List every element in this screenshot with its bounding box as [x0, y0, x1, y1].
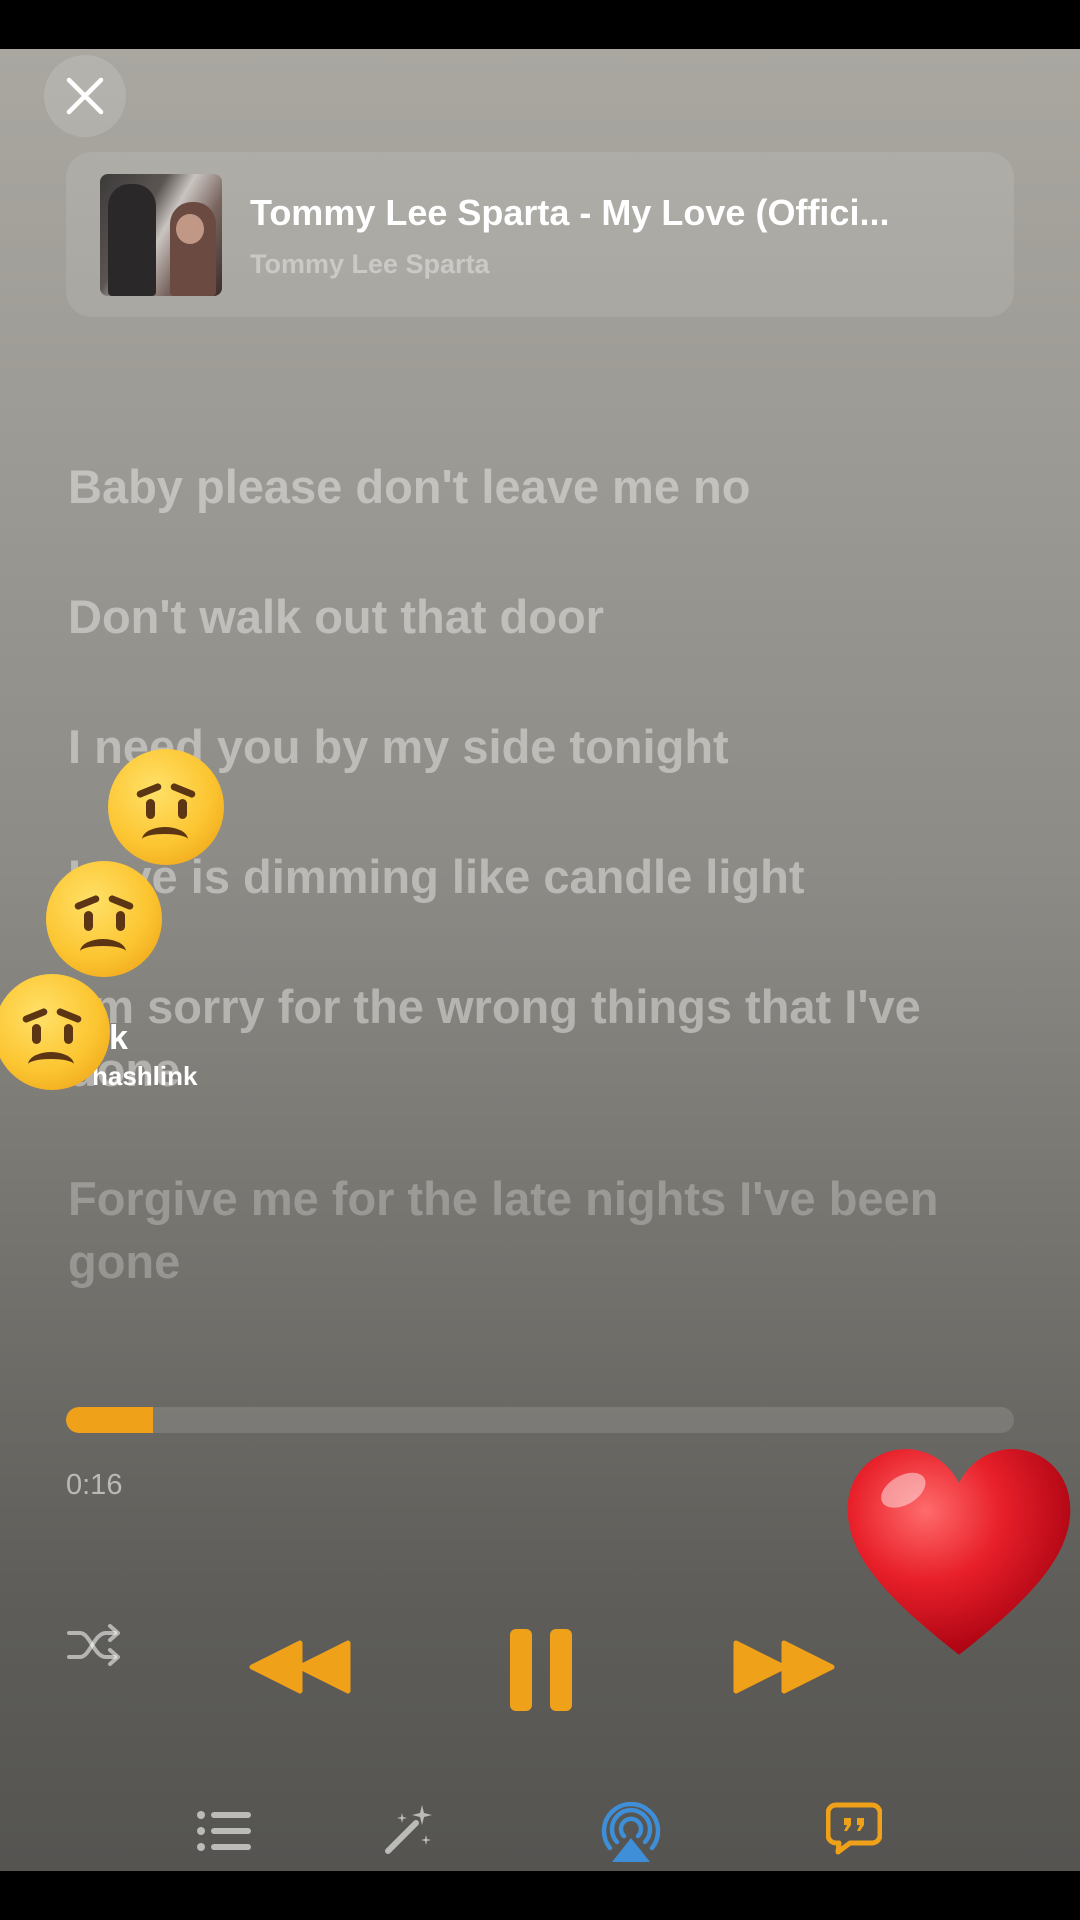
shuffle-icon[interactable] — [66, 1623, 122, 1667]
lyrics-bubble-icon[interactable] — [826, 1801, 882, 1855]
album-artwork — [100, 174, 222, 296]
red-heart-icon — [847, 1449, 1071, 1655]
elapsed-time: 0:16 — [66, 1469, 123, 1501]
airplay-icon[interactable] — [598, 1802, 664, 1864]
magic-wand-icon[interactable] — [380, 1801, 436, 1857]
lyric-line[interactable]: Forgive me for the late nights I've been… — [68, 1167, 988, 1293]
pouting-emoji — [108, 749, 224, 865]
lyric-line[interactable]: I'm sorry for the wrong things that I've… — [68, 975, 988, 1101]
now-playing-card[interactable]: Tommy Lee Sparta - My Love (Offici... To… — [66, 152, 1014, 317]
track-artist: Tommy Lee Sparta — [250, 249, 490, 279]
close-icon — [66, 77, 104, 115]
lyric-line[interactable]: Don't walk out that door — [68, 585, 988, 648]
pouting-emoji — [46, 861, 162, 977]
queue-list-icon[interactable] — [196, 1809, 252, 1853]
rewind-icon[interactable] — [248, 1639, 352, 1695]
player-screen: Tommy Lee Sparta - My Love (Offici... To… — [0, 49, 1080, 1871]
track-title: Tommy Lee Sparta - My Love (Offici... — [250, 192, 890, 233]
watermark-username: hashlink — [92, 1061, 198, 1091]
fast-forward-icon[interactable] — [732, 1639, 836, 1695]
close-button[interactable] — [44, 55, 126, 137]
pause-icon[interactable] — [506, 1627, 576, 1713]
lyric-line[interactable]: Love is dimming like candle light — [68, 845, 988, 908]
progress-bar[interactable] — [66, 1407, 1014, 1433]
lyric-line[interactable]: Baby please don't leave me no — [68, 455, 988, 518]
progress-fill — [66, 1407, 154, 1433]
